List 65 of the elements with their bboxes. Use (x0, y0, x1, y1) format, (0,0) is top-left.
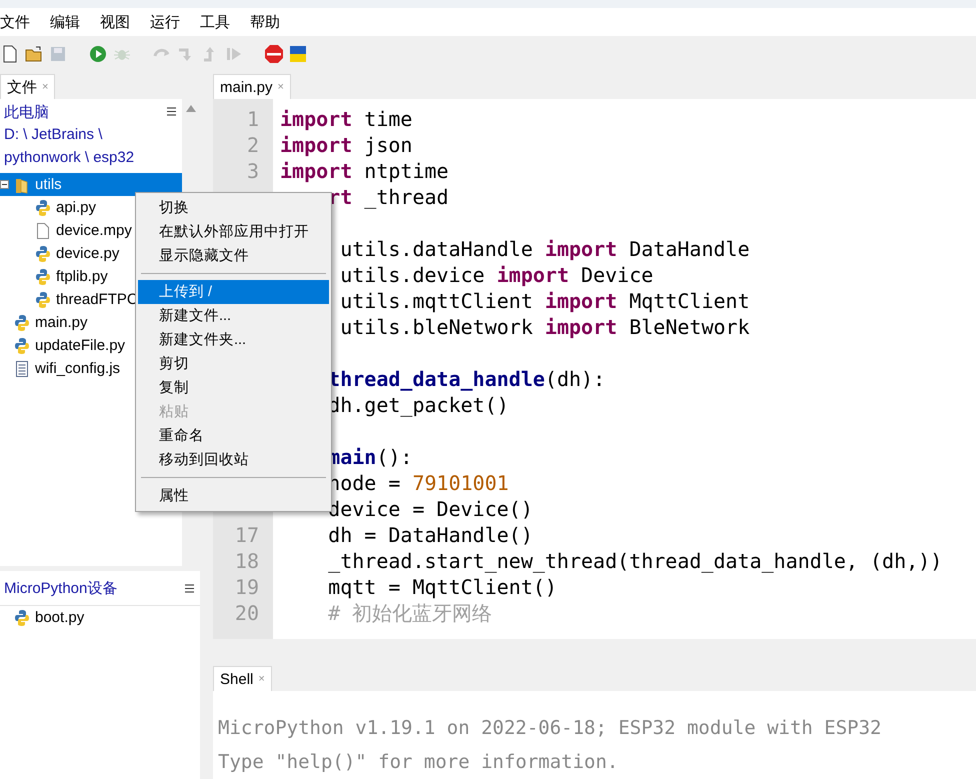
line-number: 1 (246, 107, 259, 131)
menu-icon[interactable] (167, 106, 176, 116)
code-line: mqtt = MqttClient() (328, 575, 557, 599)
line-number: 17 (234, 523, 259, 547)
menu-item[interactable]: 复制 (138, 376, 329, 400)
python-file-icon (34, 198, 52, 216)
python-file-icon (13, 336, 31, 354)
code-line: dh.get_packet() (328, 393, 509, 417)
python-file-icon (13, 314, 31, 332)
menu-item[interactable]: 运行 (140, 12, 190, 32)
code-line: device = Device() (328, 497, 533, 521)
menu-item[interactable]: 显示隐藏文件 (138, 244, 329, 268)
panel-title: MicroPython设备 (4, 578, 118, 598)
menu-item[interactable]: 帮助 (240, 12, 290, 32)
tree-item[interactable]: boot.py (0, 606, 200, 629)
files-tab[interactable]: 文件 × (0, 74, 56, 99)
line-number: 20 (234, 601, 259, 625)
python-file-icon (34, 244, 52, 262)
code-line: utils.device import Device (339, 263, 654, 287)
code-line: _thread.start_new_thread(thread_data_handle, (dh,)) (328, 549, 942, 573)
tree-item[interactable]: utils (0, 173, 182, 196)
path-label: D: \ JetBrains \ pythonwork \ esp32 (3, 125, 136, 168)
code-line: utils.dataHandle import DataHandle (339, 237, 750, 261)
menu-item[interactable]: 新建文件夹... (138, 328, 329, 352)
shell-tab[interactable]: Shell × (213, 666, 272, 691)
line-number: 3 (246, 159, 259, 183)
python-file-icon (13, 608, 31, 626)
python-file-icon (34, 268, 52, 286)
folder-icon[interactable] (24, 44, 44, 64)
python-file-icon (34, 290, 52, 308)
menu-item[interactable]: 上传到 / (138, 280, 329, 304)
code-line: utils.mqttClient import MqttClient (339, 289, 750, 313)
code-line: # 初始化蓝牙网络 (328, 601, 492, 625)
code-line: import time (280, 107, 412, 131)
code-line: import json (280, 133, 412, 157)
line-number: 19 (234, 575, 259, 599)
menu-item[interactable]: 视图 (90, 12, 140, 32)
shell-output: Type "help()" for more information. (218, 750, 620, 775)
menu-icon[interactable] (185, 584, 194, 592)
scroll-up-icon[interactable] (186, 105, 196, 112)
menu-item[interactable]: 工具 (190, 12, 240, 32)
menu-item[interactable]: 在默认外部应用中打开 (138, 220, 329, 244)
shell-output: MicroPython v1.19.1 on 2022-06-18; ESP32 module with ESP32 (218, 716, 882, 741)
menu-item[interactable]: 编辑 (40, 12, 90, 32)
line-number: 2 (246, 133, 259, 157)
location-label: 此电脑 (3, 103, 50, 123)
run-icon[interactable] (88, 44, 108, 64)
menu-item[interactable]: 新建文件... (138, 304, 329, 328)
code-line: thread_data_handle(dh): (328, 367, 606, 391)
code-line: dh = DataHandle() (328, 523, 533, 547)
menu-item[interactable]: 重命名 (138, 424, 329, 448)
collapse-icon[interactable] (0, 180, 9, 189)
menu-item[interactable]: 剪切 (138, 352, 329, 376)
menu-item[interactable]: 文件 (0, 12, 40, 32)
file-icon (34, 222, 52, 240)
stop-icon[interactable] (264, 44, 284, 64)
editor-tab[interactable]: main.py × (213, 74, 291, 99)
menu-item[interactable]: 移动到回收站 (138, 448, 329, 472)
menu-item[interactable]: 属性 (138, 484, 329, 508)
document-icon (13, 360, 31, 378)
flag-icon[interactable] (288, 44, 308, 64)
code-line: import ntptime (280, 159, 449, 183)
code-line: utils.bleNetwork import BleNetwork (339, 315, 750, 339)
menu-item[interactable]: 切换 (138, 196, 329, 220)
line-number: 18 (234, 549, 259, 573)
